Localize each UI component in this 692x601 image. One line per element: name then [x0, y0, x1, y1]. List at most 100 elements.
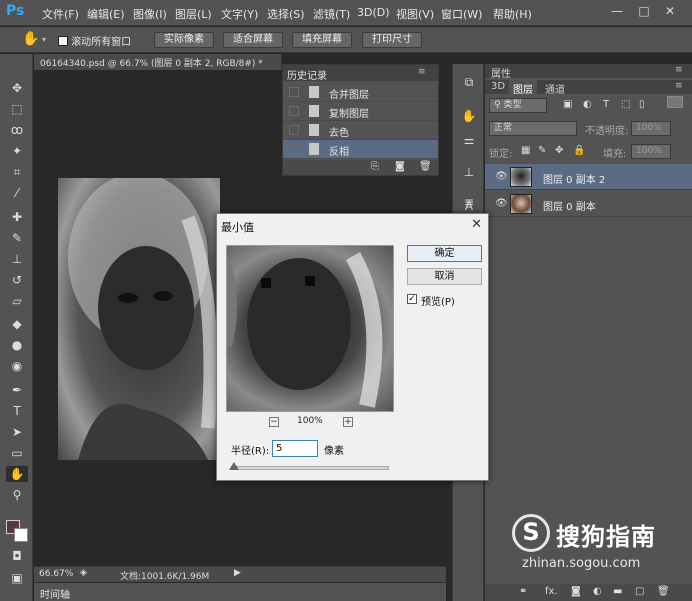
fill-screen-button[interactable]: 填充屏幕 [292, 32, 352, 48]
zoom-out-button[interactable]: − [269, 417, 279, 427]
screen-mode-icon[interactable]: ▣ [9, 570, 25, 586]
move-tool-icon[interactable]: ✥ [9, 80, 25, 96]
close-icon[interactable]: ✕ [471, 217, 482, 232]
layer-name[interactable]: 图层 0 副本 [543, 198, 596, 213]
filter-preview[interactable] [222, 245, 394, 412]
visibility-eye-icon[interactable]: 👁 [495, 171, 508, 182]
scroll-all-windows-option[interactable]: 滚动所有窗口 [58, 33, 131, 48]
tab-layers[interactable]: 图层 [509, 80, 537, 96]
layer-filter-select[interactable]: ⚲ 类型 [489, 98, 547, 113]
status-arrow-icon[interactable]: ▶ [234, 568, 241, 578]
timeline-tab[interactable]: 时间轴 [40, 586, 70, 601]
layer-row-active[interactable]: 👁 图层 0 副本 2 [485, 164, 692, 190]
crop-tool-icon[interactable]: ⌗ [9, 164, 25, 180]
trash-icon[interactable]: 🗑 [657, 586, 670, 597]
dodge-tool-icon[interactable]: ◉ [9, 358, 25, 374]
filter-toggle[interactable] [667, 96, 683, 108]
menu-layer[interactable]: 图层(L) [175, 6, 212, 22]
history-item-active[interactable]: 反相 [283, 140, 438, 159]
menu-edit[interactable]: 编辑(E) [87, 6, 125, 22]
tool-preset-arrow-icon[interactable]: ▾ [42, 35, 46, 44]
smart-object-filter-icon[interactable]: ▯ [639, 99, 645, 110]
marquee-tool-icon[interactable]: ⬚ [9, 101, 25, 117]
layer-name[interactable]: 图层 0 副本 2 [543, 171, 605, 186]
eraser-tool-icon[interactable]: ▱ [9, 293, 25, 309]
trash-icon[interactable]: 🗑 [419, 161, 432, 172]
radius-slider-thumb[interactable] [229, 462, 239, 470]
paint-bucket-tool-icon[interactable]: ◆ [9, 316, 25, 332]
magic-wand-tool-icon[interactable]: ✦ [9, 143, 25, 159]
panel-menu-icon[interactable]: ≡ [675, 65, 683, 75]
menu-type[interactable]: 文字(Y) [221, 6, 258, 22]
zoom-level[interactable]: 66.67% [39, 569, 73, 579]
history-source-checkbox[interactable] [289, 106, 299, 116]
maximize-icon[interactable]: □ [637, 4, 651, 18]
stamp-tool-icon[interactable]: ⊥ [9, 251, 25, 267]
minimize-icon[interactable]: — [610, 4, 624, 18]
mask-icon[interactable]: ◙ [571, 586, 581, 597]
new-document-from-state-icon[interactable]: ⎘ [371, 161, 379, 172]
preview-checkbox[interactable]: ✓ [407, 294, 417, 304]
character-panel-icon[interactable]: A [461, 198, 477, 214]
fit-screen-button[interactable]: 适合屏幕 [223, 32, 283, 48]
zoom-in-button[interactable]: + [343, 417, 353, 427]
eyedropper-tool-icon[interactable]: ⁄ [9, 185, 25, 201]
zoom-tool-icon[interactable]: ⚲ [9, 487, 25, 503]
type-tool-icon[interactable]: T [9, 403, 25, 419]
blur-tool-icon[interactable]: ● [9, 337, 25, 353]
ok-button[interactable]: 确定 [407, 245, 482, 262]
background-color-swatch[interactable] [14, 528, 28, 542]
lock-position-icon[interactable]: ✥ [555, 145, 563, 156]
menu-filter[interactable]: 滤镜(T) [313, 6, 350, 22]
brush-panel-icon[interactable]: ✋ [461, 108, 477, 124]
cancel-button[interactable]: 取消 [407, 268, 482, 285]
print-size-button[interactable]: 打印尺寸 [362, 32, 422, 48]
blend-mode-select[interactable]: 正常 [489, 121, 577, 136]
menu-window[interactable]: 窗口(W) [441, 6, 482, 22]
pen-tool-icon[interactable]: ✒ [9, 382, 25, 398]
canvas-image[interactable] [58, 178, 220, 460]
visibility-eye-icon[interactable]: 👁 [495, 198, 508, 209]
quick-mask-icon[interactable]: ◘ [9, 548, 25, 564]
tab-3d[interactable]: 3D [487, 80, 509, 94]
fill-input[interactable]: 100% [631, 144, 671, 159]
actual-pixels-button[interactable]: 实际像素 [154, 32, 214, 48]
history-item[interactable]: 复制图层 [283, 102, 438, 121]
menu-image[interactable]: 图像(I) [133, 6, 167, 22]
panel-menu-icon[interactable]: ≡ [418, 67, 426, 77]
history-panel-title[interactable]: 历史记录 [287, 67, 327, 82]
opacity-input[interactable]: 100% [631, 121, 671, 136]
menu-select[interactable]: 选择(S) [267, 6, 305, 22]
menu-help[interactable]: 帮助(H) [493, 6, 532, 22]
shape-tool-icon[interactable]: ▭ [9, 445, 25, 461]
healing-brush-tool-icon[interactable]: ✚ [9, 209, 25, 225]
radius-slider-track[interactable] [231, 466, 389, 470]
adjustment-panel-icon[interactable]: ⚌ [461, 132, 477, 148]
menu-file[interactable]: 文件(F) [42, 6, 79, 22]
menu-view[interactable]: 视图(V) [396, 6, 434, 22]
history-panel-icon[interactable]: ⧉ [461, 74, 477, 90]
history-source-checkbox[interactable] [289, 125, 299, 135]
panel-menu-icon[interactable]: ≡ [675, 81, 683, 91]
link-icon[interactable]: ⚭ [519, 586, 527, 597]
history-source-checkbox[interactable] [289, 87, 299, 97]
shape-filter-icon[interactable]: ⬚ [621, 99, 630, 110]
status-menu-icon[interactable]: ◈ [80, 568, 87, 578]
hand-tool-button-icon[interactable]: ✋ [6, 466, 28, 482]
fx-icon[interactable]: fx. [545, 586, 558, 597]
brush-tool-icon[interactable]: ✎ [9, 230, 25, 246]
history-item[interactable]: 合并图层 [283, 83, 438, 102]
camera-icon[interactable]: ◙ [395, 161, 405, 172]
history-brush-tool-icon[interactable]: ↺ [9, 272, 25, 288]
history-source-checkbox[interactable] [289, 144, 299, 154]
clone-source-icon[interactable]: ⊥ [461, 164, 477, 180]
path-selection-tool-icon[interactable]: ➤ [9, 424, 25, 440]
document-tab[interactable]: 06164340.psd @ 66.7% (图层 0 副本 2, RGB/8#)… [34, 54, 282, 70]
close-icon[interactable]: ✕ [663, 4, 677, 18]
lasso-tool-icon[interactable]: ꝏ [9, 122, 25, 138]
new-layer-icon[interactable]: ▢ [635, 586, 644, 597]
folder-icon[interactable]: ▬ [613, 586, 622, 597]
layer-row[interactable]: 👁 图层 0 副本 [485, 191, 692, 217]
radius-input[interactable]: 5 [272, 440, 318, 457]
adjustment-icon[interactable]: ◐ [593, 586, 602, 597]
